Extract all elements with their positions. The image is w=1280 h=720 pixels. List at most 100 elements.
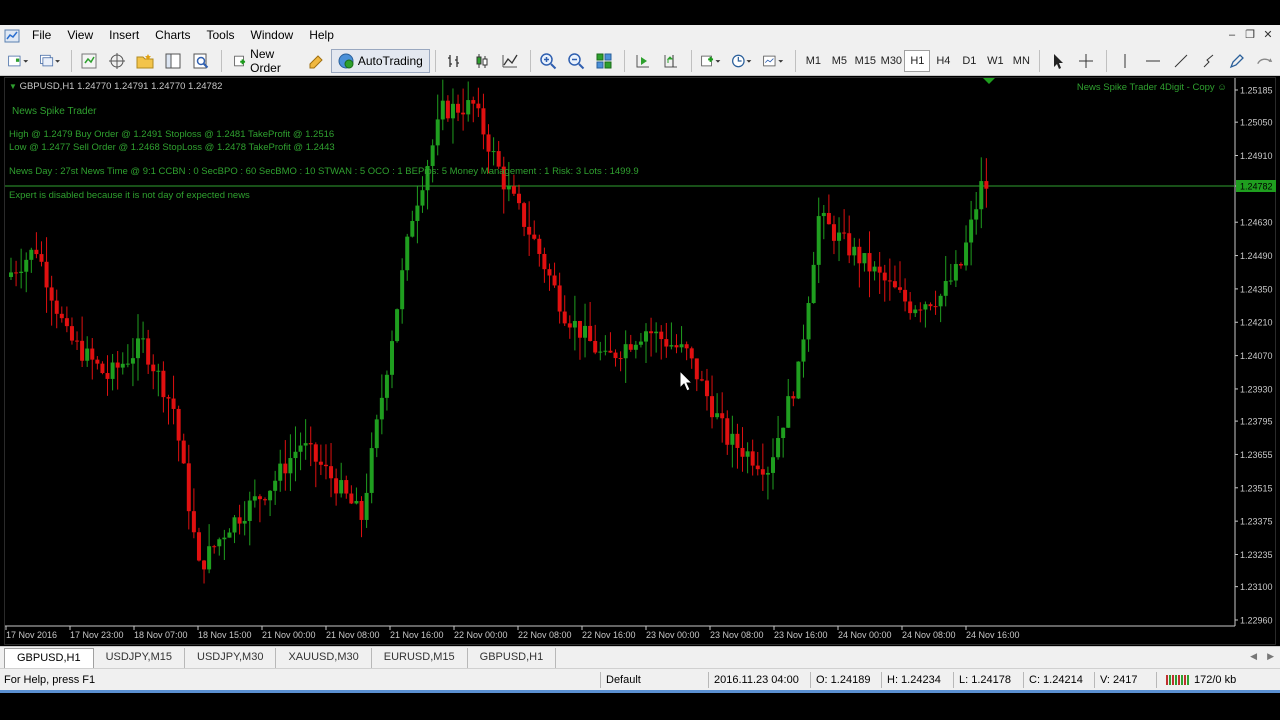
menu-file[interactable]: File (24, 25, 59, 46)
restore-icon[interactable]: ❐ (1242, 27, 1258, 43)
chart-shift-icon (664, 54, 678, 67)
crosshair-tool-button[interactable] (1073, 49, 1099, 73)
candle-body (903, 289, 908, 302)
zoom-in-button[interactable] (535, 49, 561, 73)
candle-body (298, 445, 303, 452)
fibonacci-button[interactable] (1196, 49, 1222, 73)
candle-body (227, 532, 232, 538)
timeframe-m30[interactable]: M30 (878, 50, 904, 72)
candle-body (202, 560, 207, 570)
candle-body (496, 151, 501, 167)
data-window-button[interactable] (104, 49, 130, 73)
candlestick-button[interactable] (469, 49, 495, 73)
price-tick-label: 1.25185 (1240, 86, 1273, 96)
tab-gbpusd-h1-2[interactable]: GBPUSD,H1 (468, 648, 557, 668)
candle-body (877, 266, 882, 273)
tab-scroll-right-icon[interactable]: ▶ (1267, 651, 1274, 662)
timeframe-m5[interactable]: M5 (826, 50, 852, 72)
candle-body (964, 242, 969, 266)
menu-view[interactable]: View (59, 25, 101, 46)
expert-name-label: News Spike Trader 4Digit - Copy (1076, 82, 1215, 93)
bar-chart-button[interactable] (441, 49, 467, 73)
profiles-icon (39, 54, 60, 66)
tab-usdjpy-m30[interactable]: USDJPY,M30 (185, 648, 277, 668)
status-close: C: 1.24214 (1029, 674, 1083, 686)
tab-eurusd-m15[interactable]: EURUSD,M15 (372, 648, 468, 668)
candle-body (318, 461, 323, 465)
candle-body (339, 480, 344, 494)
close-icon[interactable]: ✕ (1260, 27, 1276, 43)
candle-body (608, 350, 613, 353)
auto-scroll-button[interactable] (630, 49, 656, 73)
menu-tools[interactable]: Tools (199, 25, 243, 46)
chart-shift-button[interactable] (658, 49, 684, 73)
market-watch-button[interactable] (76, 49, 102, 73)
new-chart-button[interactable] (4, 49, 33, 73)
candle-body (684, 344, 689, 349)
menu-window[interactable]: Window (243, 25, 302, 46)
arrows-tool-button[interactable] (1252, 49, 1278, 73)
candle-body (725, 418, 730, 445)
timeframe-h4[interactable]: H4 (930, 50, 956, 72)
timeframe-h1[interactable]: H1 (904, 49, 931, 72)
timeframe-w1[interactable]: W1 (982, 50, 1008, 72)
candle-body (19, 271, 24, 273)
candle-body (969, 219, 974, 243)
candle-body (69, 326, 74, 341)
candle-body (740, 447, 745, 457)
menu-insert[interactable]: Insert (101, 25, 147, 46)
text-tool-button[interactable] (1224, 49, 1250, 73)
line-chart-button[interactable] (497, 49, 523, 73)
cursor-tool-button[interactable] (1045, 49, 1071, 73)
tab-xauusd-m30[interactable]: XAUUSD,M30 (276, 648, 372, 668)
candle-body (405, 236, 410, 271)
candle-body (334, 478, 339, 494)
vertical-line-button[interactable] (1112, 49, 1138, 73)
status-separator (1023, 672, 1024, 688)
price-chart[interactable]: 1.25185 1.25050 1.24910 1.24782 1.24630 1.244… (5, 78, 1277, 646)
expert-name[interactable]: News Spike Trader 4Digit - Copy ☺ (1077, 82, 1227, 93)
candle-body (420, 190, 425, 206)
autotrading-button[interactable]: AutoTrading (330, 48, 430, 73)
tab-gbpusd-h1[interactable]: GBPUSD,H1 (4, 648, 94, 668)
zoom-out-button[interactable] (563, 49, 589, 73)
candle-body (938, 295, 943, 307)
time-tick-label: 23 Nov 08:00 (710, 630, 764, 640)
candle-body (171, 398, 176, 409)
status-profile[interactable]: Default (602, 669, 645, 691)
strategy-tester-button[interactable] (188, 49, 214, 73)
timeframe-mn[interactable]: MN (1008, 50, 1034, 72)
new-order-button[interactable]: New Order (227, 47, 303, 75)
candle-body (984, 181, 989, 189)
candle-body (323, 464, 328, 467)
chart-shift-marker (983, 78, 995, 84)
candle-body (730, 433, 735, 445)
navigator-button[interactable] (132, 49, 158, 73)
periods-button[interactable] (728, 49, 757, 73)
menu-help[interactable]: Help (301, 25, 342, 46)
timeframe-d1[interactable]: D1 (956, 50, 982, 72)
templates-button[interactable] (759, 49, 788, 73)
candle-body (679, 344, 684, 348)
minimize-icon[interactable]: – (1224, 27, 1240, 43)
chart-window[interactable]: 1.25185 1.25050 1.24910 1.24782 1.24630 1.244… (4, 77, 1276, 645)
tab-usdjpy-m15[interactable]: USDJPY,M15 (94, 648, 186, 668)
tab-scroll-left-icon[interactable]: ◀ (1250, 651, 1257, 662)
terminal-button[interactable] (160, 49, 186, 73)
menu-charts[interactable]: Charts (147, 25, 198, 46)
status-connection[interactable]: 172/0 kb (1162, 669, 1240, 691)
profiles-button[interactable] (35, 49, 64, 73)
metaeditor-button[interactable] (303, 49, 329, 73)
status-low: L: 1.24178 (959, 674, 1011, 686)
indicators-button[interactable] (697, 49, 726, 73)
candle-body (308, 443, 313, 445)
timeframe-m1[interactable]: M1 (800, 50, 826, 72)
price-tick-label: 1.24210 (1240, 318, 1273, 328)
time-tick-label: 23 Nov 00:00 (646, 630, 700, 640)
tile-windows-button[interactable] (591, 49, 617, 73)
trendline-button[interactable] (1168, 49, 1194, 73)
candle-body (908, 301, 913, 314)
candle-body (511, 186, 516, 194)
timeframe-m15[interactable]: M15 (852, 50, 878, 72)
horizontal-line-button[interactable] (1140, 49, 1166, 73)
